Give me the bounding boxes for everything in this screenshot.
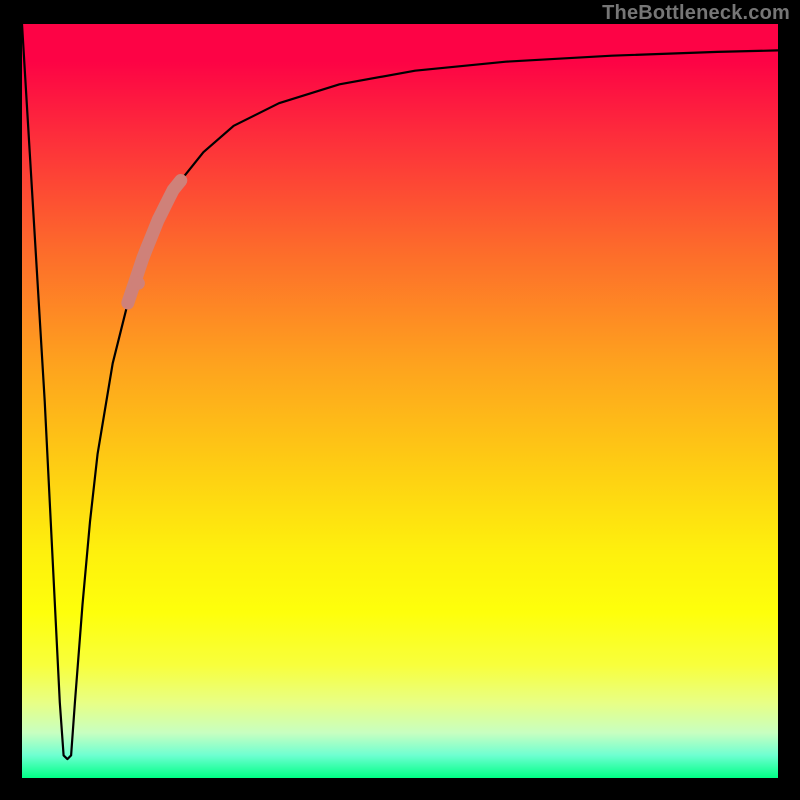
bottleneck-curve <box>22 24 778 759</box>
highlight-dot <box>132 277 145 290</box>
curve-svg <box>22 24 778 778</box>
plot-area <box>22 24 778 778</box>
watermark-text: TheBottleneck.com <box>602 2 790 25</box>
chart-frame: TheBottleneck.com <box>0 0 800 800</box>
